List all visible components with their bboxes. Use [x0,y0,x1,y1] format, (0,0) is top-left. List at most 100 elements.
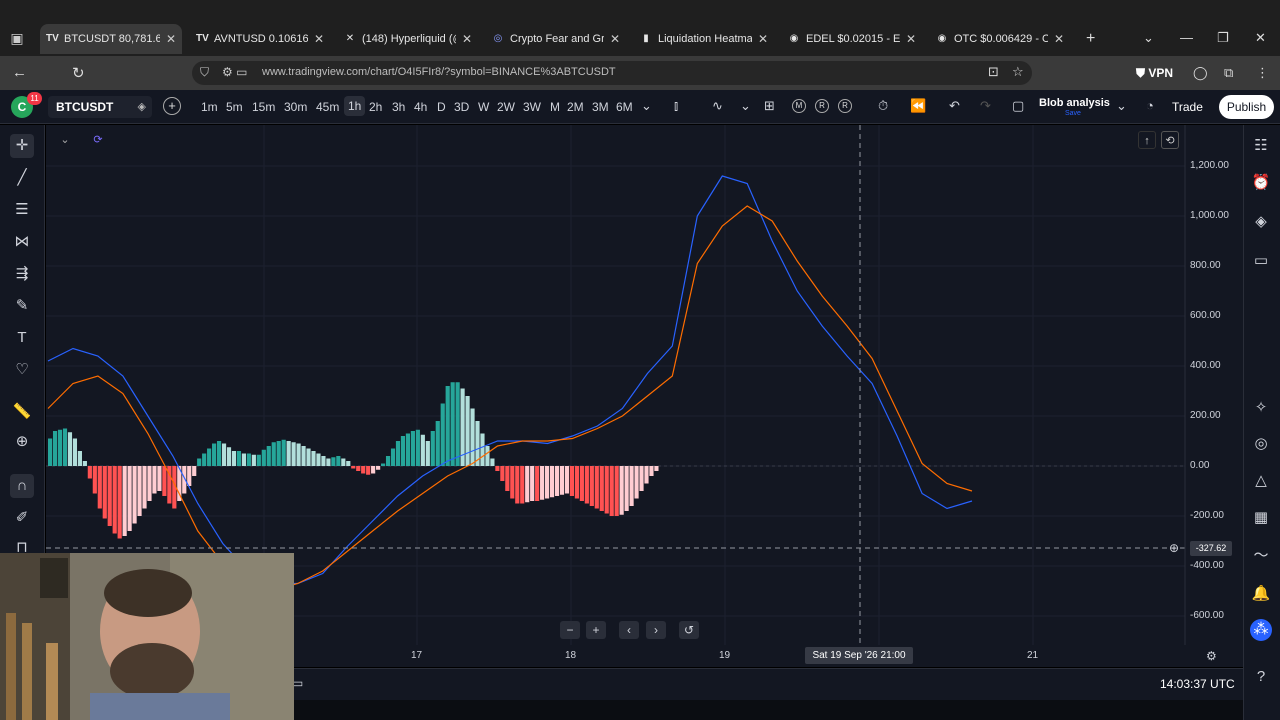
magnet-icon[interactable]: ∩ [10,474,34,498]
close-tab-icon[interactable]: ✕ [314,32,324,46]
browser-tab-liquidation[interactable]: ▮ Liquidation Heatmap,B ✕ [634,26,774,52]
browser-tab-btcusdt[interactable]: TV BTCUSDT 80,781.60 ▼ ✕ [40,24,182,54]
chat-icon[interactable]: ▭ [1250,250,1272,272]
tab-list-chevron-icon[interactable]: ⌄ [1143,30,1154,46]
profile-icon[interactable]: ◯ [1193,65,1208,81]
timeframe-w[interactable]: W [478,100,489,114]
undo-icon[interactable]: ↶ [949,98,960,114]
apps-grid-icon[interactable]: ⁂ [1250,619,1272,641]
watchlist-icon[interactable]: ☷ [1250,135,1272,157]
quick-search-icon[interactable]: ◔ [1146,98,1154,113]
fullscreen-icon[interactable]: ▢ [1012,98,1024,114]
close-tab-icon[interactable]: ✕ [1054,32,1064,46]
vpn-button[interactable]: ⛊ VPN [1136,66,1173,81]
timeframe-45m[interactable]: 45m [316,100,339,114]
timeframe-3h[interactable]: 3h [392,100,405,114]
shield-icon[interactable]: ⛉ [200,65,209,80]
trendline-icon[interactable]: ╱ [10,166,34,190]
close-tab-icon[interactable]: ✕ [906,32,916,46]
help-icon[interactable]: ? [1250,666,1272,688]
close-tab-icon[interactable]: ✕ [462,32,472,46]
symbol-search-button[interactable]: BTCUSDT ◈ [48,96,152,118]
timeframe-d[interactable]: D [437,100,446,114]
target-icon[interactable]: ◎ [1250,433,1272,455]
bell-icon[interactable]: 🔔 [1250,583,1272,605]
pane-up-arrow-icon[interactable]: ↑ [1138,131,1156,149]
browser-tab-hyperliquid[interactable]: ✕ (148) Hyperliquid (@H ✕ [338,26,478,52]
pattern-icon[interactable]: ⋈ [10,230,34,254]
redo-icon[interactable]: ↷ [980,98,991,114]
add-alert-plus-icon[interactable]: ⊕ [1169,541,1179,555]
publish-button[interactable]: Publish [1219,95,1274,119]
restore-icon[interactable]: ❐ [1217,30,1229,46]
zoom-out-icon[interactable]: − [560,621,580,639]
extensions-icon[interactable]: ⧉ [1224,65,1233,81]
compare-symbol-icon[interactable]: + [163,97,181,115]
browser-tab-edel[interactable]: ◉ EDEL $0.02015 - Edel / ✕ [782,26,922,52]
pane-sync-icon[interactable]: ⟳ [89,131,107,149]
sparkle-icon[interactable]: ✧ [1250,397,1272,419]
site-settings-icon[interactable]: ⚙ ▭ [222,65,247,79]
timeframe-2m[interactable]: 2M [567,100,584,114]
layout-grid-icon[interactable]: ⊞ [764,98,775,114]
crosshair-icon[interactable]: ✛ [10,134,34,158]
draw-lock-icon[interactable]: ✐ [10,506,34,530]
candles-icon[interactable]: ⫾ [674,98,678,114]
timeframe-6m[interactable]: 6M [616,100,633,114]
fib-icon[interactable]: ☰ [10,198,34,222]
replay-icon[interactable]: ⏪ [910,98,926,114]
layers-icon[interactable]: ◈ [1250,211,1272,233]
reset-chart-icon[interactable]: ↺ [679,621,699,639]
timeframe-1m[interactable]: 1m [201,100,218,114]
close-tab-icon[interactable]: ✕ [758,32,768,46]
layout-chevron-icon[interactable]: ⌄ [1116,98,1127,114]
timeframe-3d[interactable]: 3D [454,100,469,114]
replay-r-icon[interactable]: R [815,99,829,113]
zoom-in-button-icon[interactable]: + [586,621,606,639]
timeframe-m[interactable]: M [550,100,560,114]
indicators-icon[interactable]: ∿ [712,98,723,114]
timeframe-chevron-icon[interactable]: ⌄ [641,98,652,114]
timeframe-1h[interactable]: 1h [344,96,366,116]
timeframe-30m[interactable]: 30m [284,100,307,114]
reload-icon[interactable]: ↻ [72,64,85,82]
alert-m-icon[interactable]: M [792,99,806,113]
pane-maximize-icon[interactable]: ⟲ [1161,131,1179,149]
ruler-icon[interactable]: 📏 [10,400,34,424]
back-arrow-icon[interactable]: ← [12,64,27,81]
timeframe-5m[interactable]: 5m [226,100,243,114]
minimize-icon[interactable]: — [1180,30,1193,45]
pane-collapse-chevron-icon[interactable]: ⌄ [56,131,74,149]
close-tab-icon[interactable]: ✕ [610,32,620,46]
browser-tab-avntusd[interactable]: TV AVNTUSD 0.10616 ▼ - ✕ [190,26,330,52]
text-tool-icon[interactable]: T [10,326,34,350]
replay-r2-icon[interactable]: R [838,99,852,113]
timeframe-2w[interactable]: 2W [497,100,515,114]
browser-menu-icon[interactable]: ⋮ [1256,65,1269,81]
pyramid-icon[interactable]: △ [1250,470,1272,492]
time-axis-settings-icon[interactable]: ⚙ [1206,649,1217,663]
indicators-chevron-icon[interactable]: ⌄ [740,98,751,114]
utc-clock[interactable]: 14:03:37 UTC [1160,677,1235,691]
stream-icon[interactable]: 〜 [1250,545,1272,567]
timeframe-15m[interactable]: 15m [252,100,275,114]
close-window-icon[interactable]: ✕ [1255,30,1266,46]
timeframe-3w[interactable]: 3W [523,100,541,114]
tab-menu-icon[interactable]: ▣ [8,29,26,47]
layout-name[interactable]: Blob analysis [1039,97,1110,109]
close-tab-icon[interactable]: ✕ [166,32,176,46]
timeframe-2h[interactable]: 2h [369,100,382,114]
timeframe-3m[interactable]: 3M [592,100,609,114]
new-tab-icon[interactable]: + [1086,30,1095,48]
trade-button[interactable]: Trade [1172,100,1203,114]
calendar-icon[interactable]: ▦ [1250,507,1272,529]
scroll-right-icon[interactable]: › [646,621,666,639]
timeframe-4h[interactable]: 4h [414,100,427,114]
save-page-icon[interactable]: ⊡ [988,64,999,80]
scroll-left-icon[interactable]: ‹ [619,621,639,639]
heart-icon[interactable]: ♡ [10,358,34,382]
url-field[interactable]: ⛉ ⚙ ▭ www.tradingview.com/chart/O4I5FIr8… [192,61,1032,85]
alerts-icon[interactable]: ⏰ [1250,172,1272,194]
zoom-in-icon[interactable]: ⊕ [10,430,34,454]
browser-tab-otc[interactable]: ◉ OTC $0.006429 - OTC / ✕ [930,26,1070,52]
